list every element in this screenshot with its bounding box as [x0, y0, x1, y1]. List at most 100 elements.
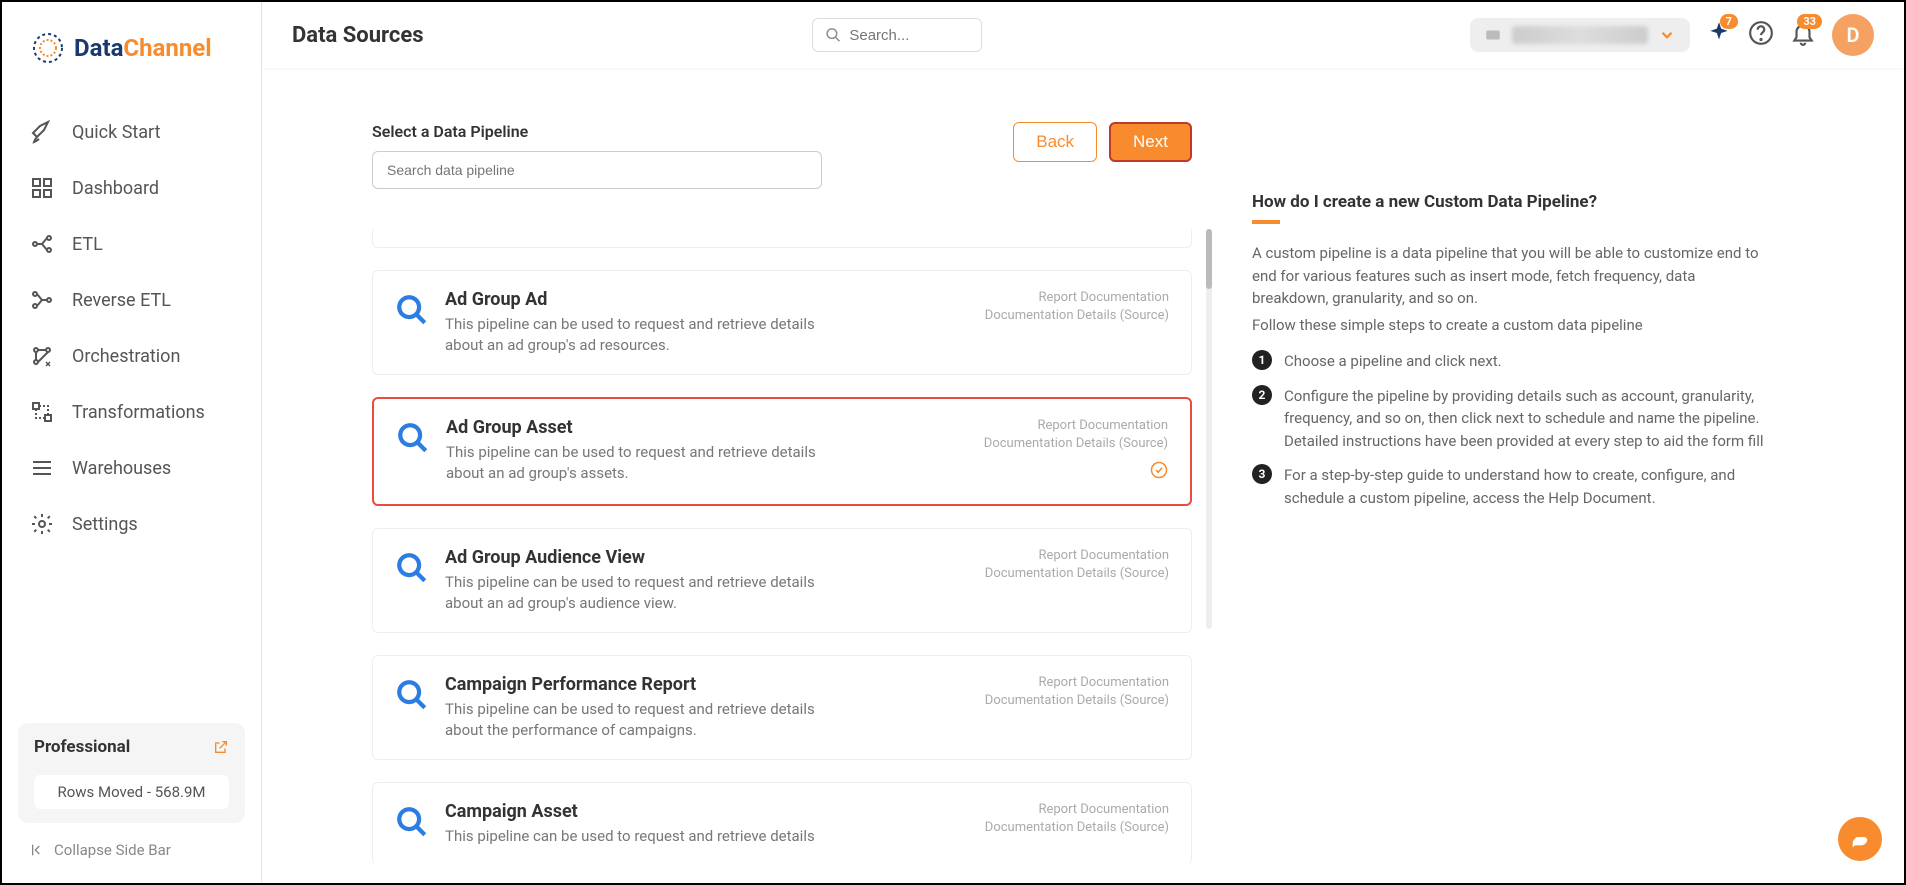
pipeline-title: Campaign Performance Report: [445, 674, 969, 695]
nav-label: Warehouses: [72, 458, 171, 479]
check-circle-icon: [1150, 461, 1168, 479]
nav-label: Dashboard: [72, 178, 159, 199]
pipeline-search-input[interactable]: [372, 151, 822, 189]
collapse-sidebar[interactable]: Collapse Side Bar: [18, 833, 245, 867]
etl-icon: [30, 232, 54, 256]
search-icon: [825, 25, 842, 45]
info-underline: [1252, 220, 1280, 224]
sidebar: DataChannel Quick Start Dashboard ETL Re…: [2, 2, 262, 883]
nav-label: Orchestration: [72, 346, 180, 367]
pipeline-card[interactable]: Ad Group Audience View This pipeline can …: [372, 528, 1192, 633]
pipeline-card[interactable]: Campaign Performance Report This pipeline…: [372, 655, 1192, 760]
doc-link[interactable]: Report Documentation: [985, 674, 1169, 692]
section-title: Select a Data Pipeline: [372, 122, 822, 141]
chevron-down-icon: [1658, 26, 1676, 44]
pipeline-card-selected[interactable]: Ad Group Asset This pipeline can be used …: [372, 397, 1192, 506]
dashboard-icon: [30, 176, 54, 200]
pipeline-title: Ad Group Audience View: [445, 547, 969, 568]
nav-label: Reverse ETL: [72, 290, 171, 311]
page-title: Data Sources: [292, 23, 424, 48]
global-search: [812, 18, 982, 52]
orchestration-icon: [30, 344, 54, 368]
doc-link[interactable]: Documentation Details (Source): [985, 307, 1169, 325]
gear-icon: [30, 512, 54, 536]
step-number: 3: [1252, 464, 1272, 484]
next-button[interactable]: Next: [1109, 122, 1192, 162]
info-text: Follow these simple steps to create a cu…: [1252, 314, 1764, 337]
step-text: For a step-by-step guide to understand h…: [1284, 464, 1764, 509]
scrollbar[interactable]: [1206, 229, 1212, 629]
pipeline-card[interactable]: Campaign Asset This pipeline can be used …: [372, 782, 1192, 865]
rocket-icon: [30, 120, 54, 144]
workspace-switcher[interactable]: [1470, 18, 1690, 52]
warehouses-icon: [30, 456, 54, 480]
pipeline-desc: This pipeline can be used to request and…: [446, 442, 826, 484]
nav: Quick Start Dashboard ETL Reverse ETL Or…: [2, 86, 261, 707]
help-icon: [1748, 20, 1774, 46]
doc-link[interactable]: Report Documentation: [985, 801, 1169, 819]
nav-label: Quick Start: [72, 122, 161, 143]
nav-warehouses[interactable]: Warehouses: [2, 440, 261, 496]
transformations-icon: [30, 400, 54, 424]
back-button[interactable]: Back: [1013, 122, 1097, 162]
nav-orchestration[interactable]: Orchestration: [2, 328, 261, 384]
magnifier-icon: [396, 421, 430, 455]
pipeline-desc: This pipeline can be used to request and…: [445, 572, 825, 614]
main-panel: Select a Data Pipeline Back Next Ad Grou…: [302, 82, 1844, 883]
nav-quick-start[interactable]: Quick Start: [2, 104, 261, 160]
sparkle-badge: 7: [1720, 14, 1738, 29]
logo-swirl-icon: [30, 30, 66, 66]
plan-box[interactable]: Professional Rows Moved - 568.9M: [18, 723, 245, 823]
logo[interactable]: DataChannel: [2, 2, 261, 86]
doc-link[interactable]: Documentation Details (Source): [985, 819, 1169, 837]
plan-name: Professional: [34, 737, 130, 757]
reverse-etl-icon: [30, 288, 54, 312]
info-title: How do I create a new Custom Data Pipeli…: [1252, 192, 1764, 212]
content: Select a Data Pipeline Back Next Ad Grou…: [302, 82, 1844, 883]
rows-moved: Rows Moved - 568.9M: [34, 775, 229, 809]
logo-text: DataChannel: [74, 34, 212, 62]
nav-label: Transformations: [72, 402, 205, 423]
workspace-icon: [1484, 26, 1502, 44]
chat-fab[interactable]: [1838, 817, 1882, 861]
doc-link[interactable]: Documentation Details (Source): [984, 435, 1168, 453]
topbar: Data Sources 7 33 D: [262, 2, 1904, 68]
info-panel: How do I create a new Custom Data Pipeli…: [1192, 192, 1794, 883]
step-number: 2: [1252, 385, 1272, 405]
nav-reverse-etl[interactable]: Reverse ETL: [2, 272, 261, 328]
magnifier-icon: [395, 805, 429, 839]
search-input[interactable]: [849, 27, 968, 44]
pipeline-title: Campaign Asset: [445, 801, 969, 822]
notifications-button[interactable]: 33: [1790, 20, 1816, 50]
nav-dashboard[interactable]: Dashboard: [2, 160, 261, 216]
pipeline-card[interactable]: Ad Group AdThis pipeline can be used to …: [372, 270, 1192, 375]
nav-label: Settings: [72, 514, 138, 535]
pipeline-title: Ad Group Ad: [445, 289, 969, 310]
collapse-icon: [30, 842, 46, 858]
external-link-icon: [213, 739, 229, 755]
pipeline-card-truncated[interactable]: [372, 229, 1192, 248]
nav-settings[interactable]: Settings: [2, 496, 261, 552]
pipeline-title: Ad Group Asset: [446, 417, 968, 438]
chat-icon: [1849, 828, 1871, 850]
pipeline-desc: This pipeline can be used to request and…: [445, 699, 825, 741]
doc-link[interactable]: Documentation Details (Source): [985, 565, 1169, 583]
avatar[interactable]: D: [1832, 14, 1874, 56]
doc-link[interactable]: Documentation Details (Source): [985, 692, 1169, 710]
step-number: 1: [1252, 350, 1272, 370]
doc-link[interactable]: Report Documentation: [985, 289, 1169, 307]
pipeline-list: Ad Group Ad This pipeline can be used to …: [372, 229, 1192, 865]
nav-etl[interactable]: ETL: [2, 216, 261, 272]
pipeline-desc: This pipeline can be used to request and…: [445, 826, 825, 847]
magnifier-icon: [395, 551, 429, 585]
nav-label: ETL: [72, 234, 103, 255]
bell-badge: 33: [1797, 14, 1822, 29]
help-button[interactable]: [1748, 20, 1774, 50]
nav-transformations[interactable]: Transformations: [2, 384, 261, 440]
workspace-name-blurred: [1512, 26, 1648, 44]
doc-link[interactable]: Report Documentation: [985, 547, 1169, 565]
step-text: Choose a pipeline and click next.: [1284, 350, 1502, 373]
doc-link[interactable]: Report Documentation: [984, 417, 1168, 435]
sidebar-footer: Professional Rows Moved - 568.9M Collaps…: [2, 707, 261, 883]
sparkle-button[interactable]: 7: [1706, 20, 1732, 50]
